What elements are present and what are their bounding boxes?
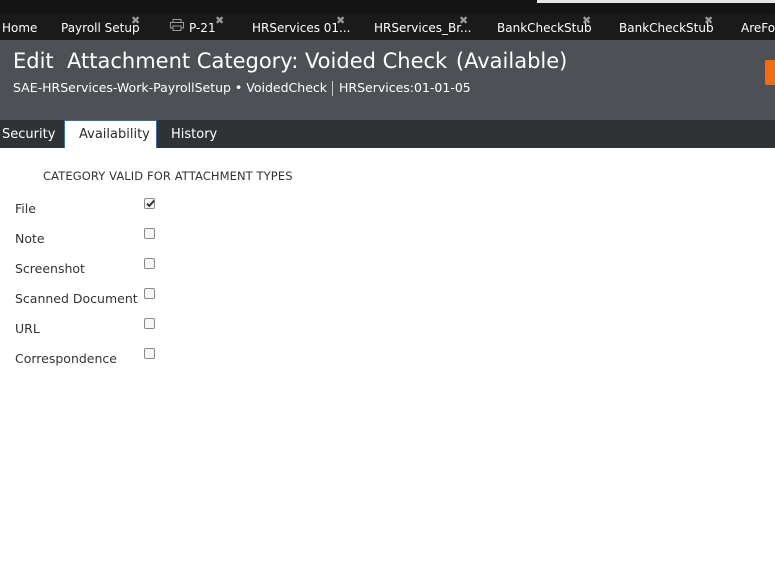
tab-bankcheckstub-2[interactable]: BankCheckStub ✖	[619, 14, 714, 40]
tab-label: Security	[2, 127, 56, 142]
tab-label: Availability	[79, 127, 150, 142]
type-label: Note	[15, 231, 45, 246]
tab-label: Home	[2, 21, 38, 35]
document-tab-bar: Home Payroll Setup ✖ P-21 ✖ HRServices 0…	[0, 14, 775, 40]
divider	[332, 81, 333, 96]
rule-subtitle: SAE-HRServices-Work-PayrollSetup • Voide…	[13, 80, 471, 96]
close-icon[interactable]: ✖	[131, 14, 140, 31]
attachment-type-row: File	[0, 196, 400, 226]
type-label: Scanned Document	[15, 291, 138, 306]
tab-history[interactable]: History	[171, 120, 217, 148]
rule-header: Edit Attachment Category: Voided Check (…	[0, 40, 775, 120]
attachment-type-row: Note	[0, 226, 400, 256]
file-checkbox[interactable]	[144, 198, 155, 209]
tab-security[interactable]: Security	[2, 120, 55, 148]
attachment-type-row: Scanned Document	[0, 286, 400, 316]
tab-hrservices-br[interactable]: HRServices_Br... ✖	[374, 14, 471, 40]
availability-status: (Available)	[455, 49, 568, 73]
tab-label: BankCheckStub	[619, 21, 714, 35]
scanned-document-checkbox[interactable]	[144, 288, 155, 299]
section-title: CATEGORY VALID FOR ATTACHMENT TYPES	[43, 169, 293, 183]
type-label: Correspondence	[15, 351, 117, 366]
attachment-type-row: Screenshot	[0, 256, 400, 286]
close-icon[interactable]: ✖	[336, 14, 345, 31]
tab-arefor[interactable]: AreFor	[741, 14, 775, 40]
tab-bankcheckstub-1[interactable]: BankCheckStub ✖	[497, 14, 592, 40]
close-icon[interactable]: ✖	[459, 14, 468, 31]
print-icon	[170, 14, 184, 40]
tab-label: Payroll Setup	[61, 21, 140, 35]
title-text: Edit Attachment Category: Voided Check	[13, 49, 448, 73]
correspondence-checkbox[interactable]	[144, 348, 155, 359]
search-box[interactable]	[537, 0, 775, 3]
close-icon[interactable]: ✖	[215, 14, 224, 31]
url-checkbox[interactable]	[144, 318, 155, 329]
note-checkbox[interactable]	[144, 228, 155, 239]
tab-payroll-setup[interactable]: Payroll Setup ✖	[61, 14, 140, 40]
tab-label: AreFor	[741, 21, 775, 35]
top-strip	[0, 0, 775, 14]
tab-hrservices-01[interactable]: HRServices 01... ✖	[252, 14, 351, 40]
tab-availability[interactable]: Availability	[64, 120, 157, 148]
rule-tabs: Security Availability History	[0, 120, 775, 148]
tab-p-21[interactable]: P-21 ✖	[170, 14, 224, 40]
tab-home[interactable]: Home	[2, 14, 37, 40]
type-label: Screenshot	[15, 261, 85, 276]
checkmark-icon	[146, 200, 155, 208]
ruleset-version[interactable]: HRServices:01-01-05	[339, 80, 471, 95]
tab-label: P-21	[189, 21, 216, 35]
close-icon[interactable]: ✖	[704, 14, 713, 31]
tab-label: History	[171, 127, 218, 142]
save-button[interactable]	[765, 60, 775, 85]
type-label: URL	[15, 321, 40, 336]
type-label: File	[15, 201, 36, 216]
tab-label: BankCheckStub	[497, 21, 592, 35]
tab-label: HRServices_Br...	[374, 21, 472, 35]
attachment-type-row: URL	[0, 316, 400, 346]
page-title: Edit Attachment Category: Voided Check (…	[13, 49, 567, 73]
close-icon[interactable]: ✖	[582, 14, 591, 31]
attachment-type-row: Correspondence	[0, 346, 400, 376]
screenshot-checkbox[interactable]	[144, 258, 155, 269]
class-path: SAE-HRServices-Work-PayrollSetup • Voide…	[13, 80, 327, 95]
